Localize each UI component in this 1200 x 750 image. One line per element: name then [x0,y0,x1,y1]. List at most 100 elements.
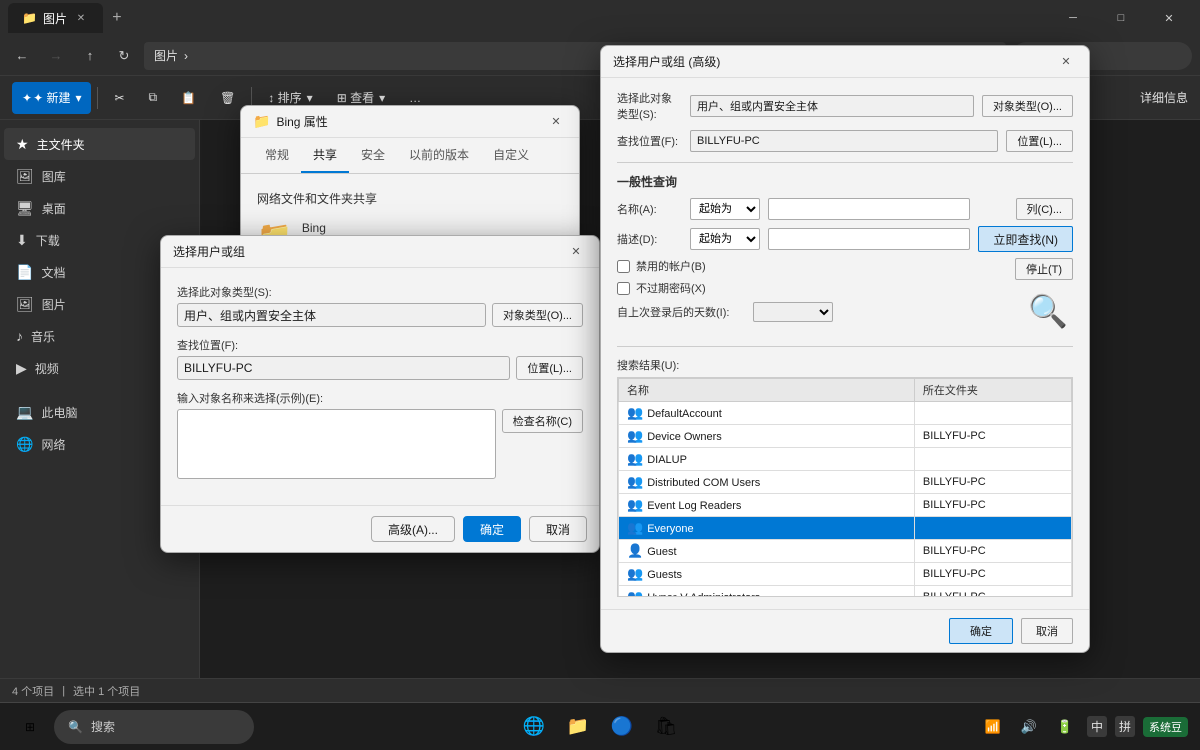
adv-desc-input[interactable] [768,228,970,250]
adv-cb-disabled[interactable] [617,260,630,273]
adv-loc-value: BILLYFU-PC [690,130,998,152]
start-btn[interactable]: ⊞ [12,709,48,745]
downloads-icon: ⬇ [16,232,28,249]
result-row[interactable]: 👥Everyone [619,517,1072,540]
bing-props-close[interactable]: ✕ [545,111,567,133]
advanced-btn[interactable]: 高级(A)... [371,516,455,542]
cut-btn[interactable]: ✂ [104,82,134,114]
adv-name-input[interactable] [768,198,970,220]
result-folder-cell [914,517,1071,540]
taskbar-icon-edge[interactable]: 🔵 [602,707,642,747]
taskbar-icon-store[interactable]: 🛍 [646,707,686,747]
select-user-close[interactable]: ✕ [565,241,587,263]
select-loc-btn[interactable]: 位置(L)... [516,356,583,380]
adv-cb-noexpiry[interactable] [617,282,630,295]
taskbar-wifi-icon[interactable]: 📶 [979,713,1007,741]
taskbar-icon-files[interactable]: 📁 [558,707,598,747]
col-folder-header: 所在文件夹 [914,379,1071,402]
adv-cancel-btn[interactable]: 取消 [1021,618,1073,644]
taskbar-search-label: 搜索 [91,718,115,735]
tab-close-btn[interactable]: ✕ [73,10,89,26]
selected-count: 选中 1 个项目 [73,683,140,699]
paste-btn[interactable]: 📋 [171,82,206,114]
result-icon: 👥 [627,451,643,466]
tab-folder-icon: 📁 [22,11,37,25]
adv-name-select[interactable]: 起始为 [690,198,760,220]
adv-type-row: 选择此对象类型(S): 用户、组或内置安全主体 对象类型(O)... [617,90,1073,122]
paste-icon: 📋 [181,91,196,105]
minimize-btn[interactable]: ─ [1050,3,1096,33]
result-icon: 👥 [627,520,643,535]
home-icon: ★ [16,136,29,153]
tab-sharing[interactable]: 共享 [301,138,349,173]
result-row[interactable]: 👥Device OwnersBILLYFU-PC [619,425,1072,448]
adv-query-title: 一般性查询 [617,173,1073,190]
videos-icon: ▶ [16,360,27,377]
close-btn[interactable]: ✕ [1146,3,1192,33]
taskbar-search[interactable]: 🔍 搜索 [54,710,254,744]
new-tab-btn[interactable]: + [103,4,131,32]
tab-custom[interactable]: 自定义 [481,138,541,173]
select-ok-btn[interactable]: 确定 [463,516,521,542]
adv-query-left: 名称(A): 起始为 描述(D): 起始为 [617,198,970,326]
sidebar-label-pictures: 图片 [42,296,66,313]
adv-desc-label: 描述(D): [617,231,682,247]
adv-days-select[interactable] [753,302,833,322]
result-row[interactable]: 👥DIALUP [619,448,1072,471]
adv-type-value: 用户、组或内置安全主体 [690,95,974,117]
adv-type-btn[interactable]: 对象类型(O)... [982,95,1073,117]
active-tab[interactable]: 📁 图片 ✕ [8,3,103,33]
new-btn[interactable]: ✦ ✦ 新建 ▾ [12,82,91,114]
taskbar-volume-icon[interactable]: 🔊 [1015,713,1043,741]
tray-lang1[interactable]: 中 [1087,716,1107,737]
sidebar-item-home[interactable]: ★ 主文件夹 [4,128,195,160]
select-type-btn[interactable]: 对象类型(O)... [492,303,583,327]
result-row[interactable]: 👥Event Log ReadersBILLYFU-PC [619,494,1072,517]
adv-search-btn[interactable]: 立即查找(N) [978,226,1073,252]
documents-icon: 📄 [16,264,33,281]
dialog-select-user: 选择用户或组 ✕ 选择此对象类型(S): 用户、组或内置安全主体 对象类型(O)… [160,235,600,553]
adv-col-btn[interactable]: 列(C)... [1016,198,1073,220]
adv-close-btn[interactable]: ✕ [1055,51,1077,73]
result-folder-cell: BILLYFU-PC [914,471,1071,494]
adv-ok-btn[interactable]: 确定 [949,618,1013,644]
adv-results-scroll[interactable]: 名称 所在文件夹 👥DefaultAccount👥Device OwnersBI… [617,377,1073,597]
result-row[interactable]: 👥DefaultAccount [619,402,1072,425]
sidebar-item-desktop[interactable]: 🖥 桌面 [4,192,195,224]
network-icon: 🌐 [16,436,33,453]
result-icon: 👥 [627,497,643,512]
taskbar-search-icon: 🔍 [68,720,83,734]
taskbar: ⊞ 🔍 搜索 🌐 📁 🔵 🛍 📶 🔊 🔋 中 拼 系统豆 [0,702,1200,750]
sidebar-label-music: 音乐 [31,328,55,345]
result-name-cell: 👥Everyone [619,517,915,540]
select-input-group: 检查名称(C) [177,409,583,479]
sidebar-item-gallery[interactable]: 🖼 图库 [4,160,195,192]
back-btn[interactable]: ← [8,42,36,70]
up-btn[interactable]: ↑ [76,42,104,70]
adv-stop-btn[interactable]: 停止(T) [1015,258,1073,280]
tab-security[interactable]: 安全 [349,138,397,173]
result-row[interactable]: 👥GuestsBILLYFU-PC [619,563,1072,586]
result-icon: 👤 [627,543,643,558]
select-cancel-btn[interactable]: 取消 [529,516,587,542]
result-row[interactable]: 👥Hyper-V AdministratorsBILLYFU-PC [619,586,1072,598]
tab-previous[interactable]: 以前的版本 [397,138,481,173]
adv-desc-select[interactable]: 起始为 [690,228,760,250]
forward-btn[interactable]: → [42,42,70,70]
taskbar-battery-icon[interactable]: 🔋 [1051,713,1079,741]
adv-loc-label: 查找位置(F): [617,133,682,149]
select-type-row: 选择此对象类型(S): 用户、组或内置安全主体 对象类型(O)... [177,284,583,327]
select-input-textarea[interactable] [177,409,496,479]
sys-tray-badge[interactable]: 系统豆 [1143,717,1188,737]
result-row[interactable]: 👥Distributed COM UsersBILLYFU-PC [619,471,1072,494]
check-names-btn[interactable]: 检查名称(C) [502,409,583,433]
adv-loc-btn[interactable]: 位置(L)... [1006,130,1073,152]
taskbar-icon-browser[interactable]: 🌐 [514,707,554,747]
music-icon: ♪ [16,328,23,344]
tray-lang2[interactable]: 拼 [1115,716,1135,737]
tab-general[interactable]: 常规 [253,138,301,173]
copy-btn[interactable]: ⧉ [139,82,168,114]
result-row[interactable]: 👤GuestBILLYFU-PC [619,540,1072,563]
refresh-btn[interactable]: ↻ [110,42,138,70]
maximize-btn[interactable]: □ [1098,3,1144,33]
